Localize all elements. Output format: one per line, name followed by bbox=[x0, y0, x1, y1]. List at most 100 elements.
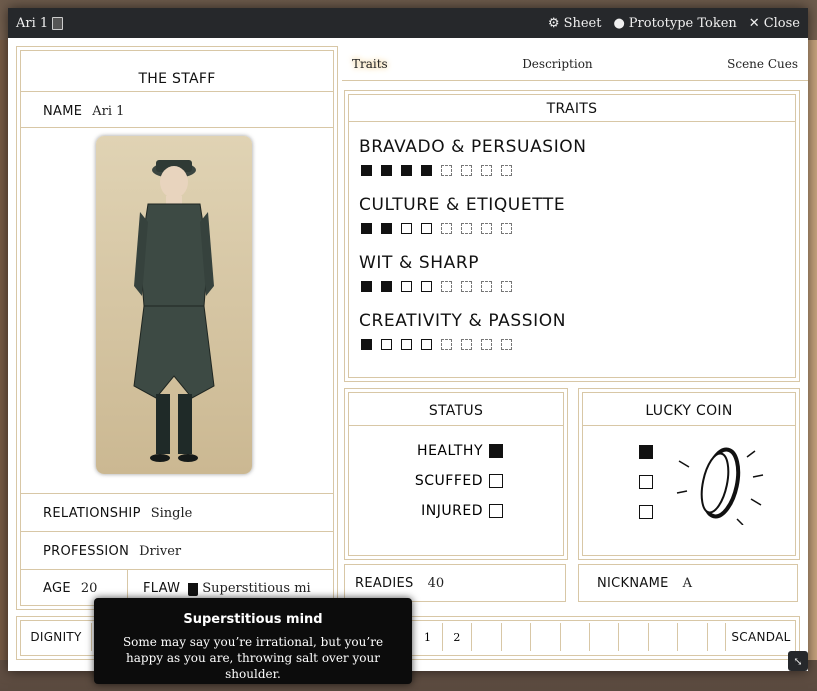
lucky-coin-checkbox[interactable] bbox=[639, 475, 653, 489]
readies-value[interactable]: 40 bbox=[428, 576, 445, 591]
relationship-value[interactable]: Single bbox=[151, 506, 193, 521]
trait-point-checkbox[interactable] bbox=[421, 223, 432, 234]
trait-point-checkbox[interactable] bbox=[361, 281, 372, 292]
profession-value[interactable]: Driver bbox=[139, 544, 181, 559]
trait-boxes bbox=[361, 339, 512, 350]
trait-point-checkbox[interactable] bbox=[481, 165, 492, 176]
dignity-cell[interactable] bbox=[501, 623, 532, 651]
lucky-coin-panel: LUCKY COIN bbox=[578, 388, 800, 560]
trait-point-checkbox[interactable] bbox=[381, 339, 392, 350]
readies-field: READIES 40 bbox=[344, 564, 566, 602]
sheet-button[interactable]: ⚙ Sheet bbox=[548, 16, 602, 31]
trait-point-checkbox[interactable] bbox=[381, 223, 392, 234]
status-row-injured: INJURED bbox=[421, 503, 503, 519]
titlebar-action-label: Prototype Token bbox=[628, 15, 737, 31]
trait-point-checkbox[interactable] bbox=[441, 223, 452, 234]
trait-point-checkbox[interactable] bbox=[501, 165, 512, 176]
trait-point-checkbox[interactable] bbox=[361, 339, 372, 350]
close-button[interactable]: ✕ Close bbox=[749, 16, 800, 31]
dignity-cell[interactable] bbox=[531, 623, 561, 651]
trait-point-checkbox[interactable] bbox=[401, 223, 412, 234]
trait-point-checkbox[interactable] bbox=[441, 281, 452, 292]
relationship-label: RELATIONSHIP bbox=[43, 505, 141, 521]
trait-boxes bbox=[361, 281, 512, 292]
trait-boxes bbox=[361, 165, 512, 176]
trait-point-checkbox[interactable] bbox=[481, 223, 492, 234]
trait-point-checkbox[interactable] bbox=[461, 281, 472, 292]
status-row-healthy: HEALTHY bbox=[417, 443, 503, 459]
trait-name: CULTURE & ETIQUETTE bbox=[359, 195, 566, 215]
dignity-cell[interactable] bbox=[472, 623, 502, 651]
tooltip-body: Some may say you’re irrational, but you’… bbox=[122, 635, 384, 681]
trait-point-checkbox[interactable] bbox=[501, 339, 512, 350]
dignity-cell[interactable] bbox=[560, 623, 590, 651]
trait-name: BRAVADO & PERSUASION bbox=[359, 137, 587, 157]
trait-point-checkbox[interactable] bbox=[421, 281, 432, 292]
name-value[interactable]: Ari 1 bbox=[92, 104, 124, 119]
dignity-cell[interactable]: 1 bbox=[413, 623, 443, 651]
trait-point-checkbox[interactable] bbox=[501, 281, 512, 292]
sheet-tabs: Traits Description Scene Cues bbox=[342, 48, 808, 81]
readies-label: READIES bbox=[355, 575, 414, 591]
status-label: INJURED bbox=[421, 503, 483, 519]
trait-name: CREATIVITY & PASSION bbox=[359, 311, 567, 331]
status-label: HEALTHY bbox=[417, 443, 483, 459]
age-value[interactable]: 20 bbox=[81, 581, 98, 596]
trait-point-checkbox[interactable] bbox=[421, 339, 432, 350]
resize-handle-icon[interactable]: ⤡ bbox=[788, 651, 808, 671]
trait-point-checkbox[interactable] bbox=[441, 339, 452, 350]
journal-icon[interactable] bbox=[52, 16, 64, 30]
trait-point-checkbox[interactable] bbox=[361, 223, 372, 234]
trash-icon[interactable] bbox=[188, 582, 199, 596]
flaw-tooltip: Superstitious mind Some may say you’re i… bbox=[94, 598, 412, 684]
trait-point-checkbox[interactable] bbox=[381, 165, 392, 176]
dignity-cell[interactable]: 2 bbox=[442, 623, 473, 651]
window-titlebar[interactable]: Ari 1 ⚙ Sheet ● Prototype Token ✕ Close bbox=[8, 8, 808, 38]
age-label: AGE bbox=[43, 580, 71, 596]
trait-point-checkbox[interactable] bbox=[461, 165, 472, 176]
nickname-value[interactable]: A bbox=[683, 576, 692, 591]
character-portrait[interactable] bbox=[96, 136, 252, 474]
status-checkbox[interactable] bbox=[489, 474, 503, 488]
status-header: STATUS bbox=[428, 403, 484, 419]
trait-point-checkbox[interactable] bbox=[481, 281, 492, 292]
dignity-cell[interactable] bbox=[619, 623, 649, 651]
dignity-cell[interactable] bbox=[589, 623, 620, 651]
trait-point-checkbox[interactable] bbox=[461, 223, 472, 234]
trait-point-checkbox[interactable] bbox=[401, 165, 412, 176]
gear-icon: ⚙ bbox=[547, 15, 560, 31]
traits-panel: TRAITS BRAVADO & PERSUASION CULTURE & ETI… bbox=[344, 90, 800, 382]
trait-point-checkbox[interactable] bbox=[421, 165, 432, 176]
dignity-cell[interactable] bbox=[678, 623, 708, 651]
titlebar-action-label: Sheet bbox=[563, 15, 602, 31]
status-checkbox[interactable] bbox=[489, 444, 503, 458]
scandal-label: SCANDAL bbox=[725, 623, 796, 651]
staff-header: THE STAFF bbox=[138, 71, 216, 87]
status-label: SCUFFED bbox=[414, 473, 483, 489]
tooltip-title: Superstitious mind bbox=[183, 612, 323, 627]
dignity-cell[interactable] bbox=[648, 623, 679, 651]
close-icon: ✕ bbox=[748, 15, 760, 31]
trait-point-checkbox[interactable] bbox=[461, 339, 472, 350]
flaw-value[interactable]: Superstitious mi bbox=[202, 581, 310, 596]
trait-point-checkbox[interactable] bbox=[501, 223, 512, 234]
trait-point-checkbox[interactable] bbox=[401, 339, 412, 350]
trait-point-checkbox[interactable] bbox=[481, 339, 492, 350]
name-label: NAME bbox=[43, 103, 83, 119]
trait-point-checkbox[interactable] bbox=[381, 281, 392, 292]
status-panel: STATUS HEALTHY SCUFFED INJURED bbox=[344, 388, 568, 560]
trait-point-checkbox[interactable] bbox=[441, 165, 452, 176]
prototype-token-button[interactable]: ● Prototype Token bbox=[613, 16, 736, 31]
tab-description[interactable]: Description bbox=[512, 53, 602, 75]
trait-point-checkbox[interactable] bbox=[401, 281, 412, 292]
flaw-label: FLAW bbox=[143, 580, 181, 596]
nickname-field: NICKNAME A bbox=[578, 564, 798, 602]
tab-traits[interactable]: Traits bbox=[342, 53, 398, 75]
lucky-coin-checkbox[interactable] bbox=[639, 445, 653, 459]
user-circle-icon: ● bbox=[613, 15, 625, 31]
lucky-coin-checkbox[interactable] bbox=[639, 505, 653, 519]
portrait-figure bbox=[133, 160, 215, 462]
tab-scene-cues[interactable]: Scene Cues bbox=[717, 53, 808, 75]
trait-point-checkbox[interactable] bbox=[361, 165, 372, 176]
status-checkbox[interactable] bbox=[489, 504, 503, 518]
